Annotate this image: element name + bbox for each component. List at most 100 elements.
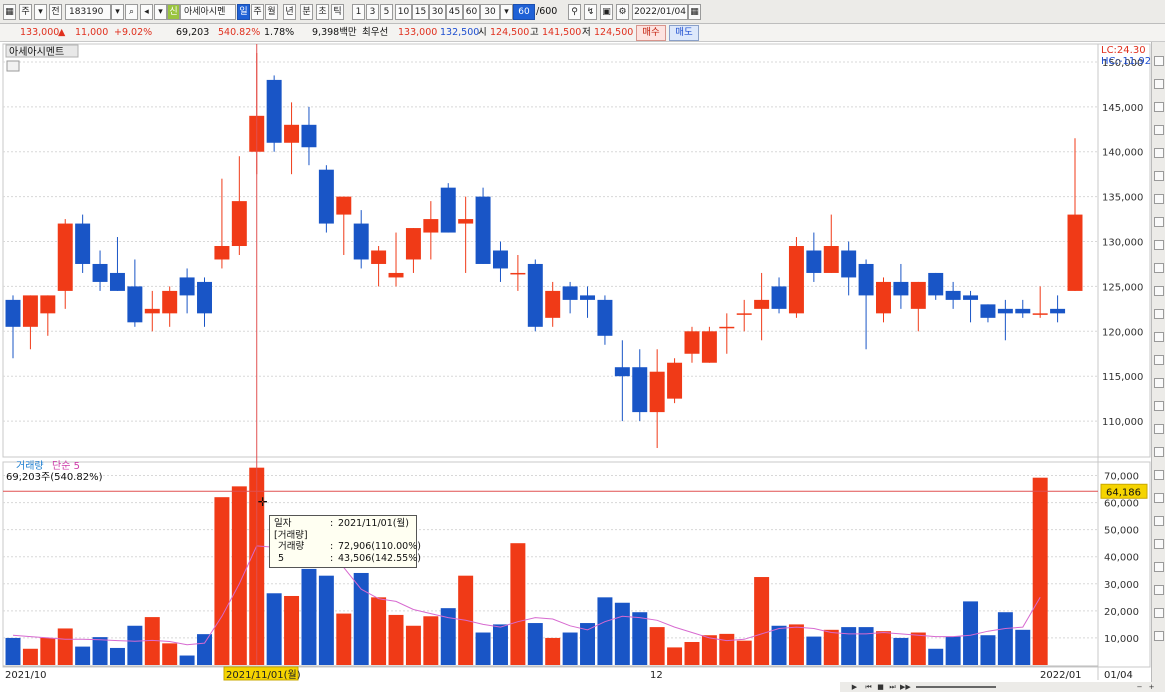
tool-button[interactable]	[1154, 56, 1164, 66]
price-tick-label: 140,000	[1102, 148, 1143, 159]
tool-button[interactable]	[1154, 309, 1164, 319]
tool-button[interactable]	[1154, 608, 1164, 618]
candle-body	[214, 246, 230, 260]
candle-body	[597, 299, 613, 336]
candle-body	[562, 286, 578, 300]
volume-bar	[545, 637, 561, 665]
tool-button[interactable]	[1154, 516, 1164, 526]
tool-button[interactable]	[1154, 217, 1164, 227]
tool-button[interactable]	[1154, 401, 1164, 411]
candle-body	[301, 124, 317, 148]
zoom-out-icon[interactable]: −	[1135, 683, 1144, 691]
scroll-last-icon[interactable]: ⏭	[888, 683, 897, 691]
tool-button[interactable]	[1154, 171, 1164, 181]
volume-bar	[109, 647, 125, 665]
zoom-in-icon[interactable]: +	[1147, 683, 1156, 691]
volume-bar	[475, 632, 491, 665]
volume-bar	[92, 637, 108, 665]
volume-bar	[736, 640, 752, 665]
candle-body	[701, 331, 717, 363]
volume-bar	[214, 497, 230, 665]
volume-bar	[284, 595, 300, 665]
tool-button[interactable]	[1154, 424, 1164, 434]
volume-bar	[388, 614, 404, 665]
candle-body	[963, 295, 979, 300]
candle-body	[492, 250, 508, 269]
fast-forward-icon[interactable]: ▶▶	[900, 683, 911, 691]
volume-bar	[1015, 629, 1031, 665]
volume-bar	[980, 635, 996, 665]
volume-bar	[318, 575, 334, 665]
volume-bar	[649, 627, 665, 665]
volume-bar	[963, 601, 979, 665]
tool-button[interactable]	[1154, 148, 1164, 158]
stop-icon[interactable]: ■	[876, 683, 885, 691]
scroll-right-icon[interactable]: ▶	[850, 683, 859, 691]
tool-button[interactable]	[1154, 447, 1164, 457]
tool-button[interactable]	[1154, 263, 1164, 273]
candle-body	[1050, 308, 1066, 314]
tool-button[interactable]	[1154, 493, 1164, 503]
x-tick-label: 12	[650, 670, 663, 681]
candle-body	[197, 281, 212, 314]
x-tick-label: 2021/11/01(월)	[226, 669, 301, 681]
candle-body	[75, 223, 91, 264]
candle-body	[1067, 214, 1083, 291]
scroll-first-icon[interactable]: ⏮	[864, 683, 873, 691]
volume-bar	[771, 625, 787, 665]
scroll-controls: ▶ ⏮ ■ ⏭ ▶▶ − +	[840, 682, 1165, 692]
volume-tick-label: 40,000	[1104, 553, 1139, 564]
candle-body	[144, 308, 160, 314]
volume-bar	[336, 613, 352, 665]
price-volume-chart[interactable]: 150,000145,000140,000135,000130,000125,0…	[0, 0, 1165, 692]
volume-bar	[510, 543, 526, 665]
tool-button[interactable]	[1154, 585, 1164, 595]
scroll-track[interactable]	[916, 686, 996, 688]
tool-button[interactable]	[1154, 125, 1164, 135]
tool-button[interactable]	[1154, 79, 1164, 89]
cursor-icon: ✛	[258, 495, 268, 509]
tool-button[interactable]	[1154, 631, 1164, 641]
tool-button[interactable]	[1154, 332, 1164, 342]
tool-button[interactable]	[1154, 194, 1164, 204]
candle-body	[458, 219, 474, 224]
candle-body	[858, 263, 874, 296]
candle-body	[910, 281, 926, 309]
tool-button[interactable]	[1154, 102, 1164, 112]
tooltip-date-value: 2021/11/01(월)	[338, 518, 409, 529]
candle-body	[736, 313, 752, 315]
volume-tick-label: 20,000	[1104, 607, 1139, 618]
volume-marker-label: 64,186	[1106, 487, 1141, 498]
candle-body	[667, 362, 683, 399]
tool-button[interactable]	[1154, 286, 1164, 296]
tool-button[interactable]	[1154, 539, 1164, 549]
candle-body	[162, 290, 178, 314]
price-tick-label: 125,000	[1102, 282, 1143, 293]
volume-bar	[75, 646, 91, 665]
volume-bar	[928, 648, 944, 665]
candle-body	[841, 250, 857, 278]
volume-bar	[22, 648, 38, 665]
tool-button[interactable]	[1154, 378, 1164, 388]
candle-body	[231, 201, 247, 247]
price-tick-label: 120,000	[1102, 327, 1143, 338]
volume-readout: 69,203주(540.82%)	[6, 472, 103, 483]
tooltip-ma-key: 5	[278, 552, 285, 564]
candle-body	[632, 367, 648, 413]
candle-body	[318, 169, 334, 224]
tool-button[interactable]	[1154, 470, 1164, 480]
candle-body	[510, 272, 526, 275]
tool-button[interactable]	[1154, 562, 1164, 572]
candle-body	[980, 304, 996, 318]
candle-body	[440, 187, 456, 233]
tool-button[interactable]	[1154, 240, 1164, 250]
volume-bar	[597, 597, 613, 665]
tool-button[interactable]	[1154, 355, 1164, 365]
volume-bar	[5, 637, 21, 665]
tooltip-volume-value: 72,906(110.00%)	[338, 541, 421, 552]
data-tooltip: 일자:2021/11/01(월) [거래량] 거래량:72,906(110.00…	[269, 515, 421, 568]
candle-body	[806, 250, 822, 273]
volume-bar	[945, 636, 961, 665]
x-tick-label: 2022/01	[1040, 670, 1082, 681]
candle-body	[893, 281, 909, 296]
